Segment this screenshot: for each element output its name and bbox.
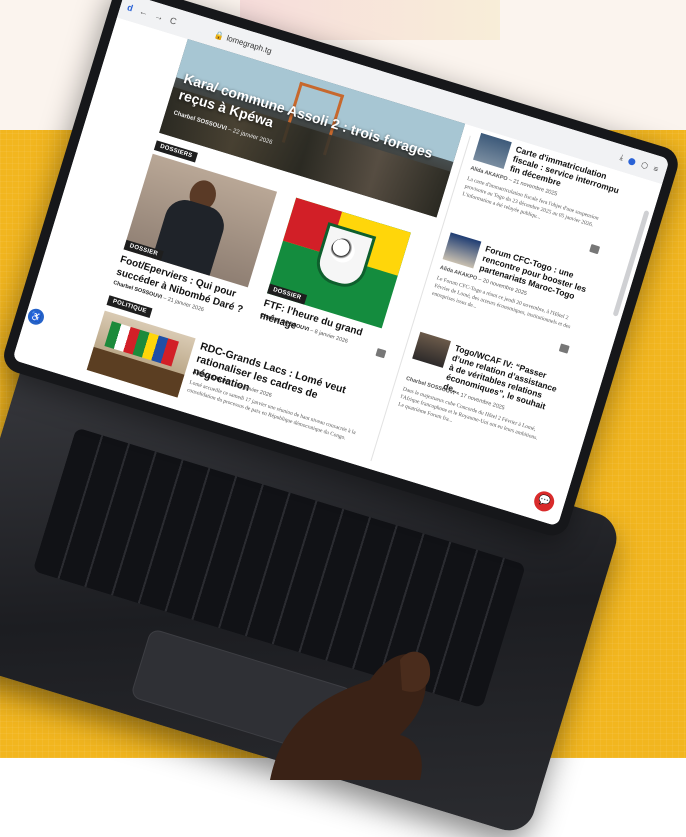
lock-icon: 🔒: [213, 29, 226, 41]
back-icon[interactable]: ←: [138, 6, 150, 18]
profile-icon[interactable]: [627, 156, 637, 166]
hand-image: [270, 651, 431, 780]
sidebar-comment-icon[interactable]: [589, 243, 601, 255]
reload-icon[interactable]: C: [169, 15, 178, 26]
sidebar-thumb-tax[interactable]: [472, 132, 512, 169]
menu-icon[interactable]: ≡: [652, 164, 659, 174]
sidebar-comment-icon[interactable]: [558, 343, 570, 354]
browser-logo-icon[interactable]: d: [126, 2, 134, 13]
download-icon[interactable]: ⤓: [618, 153, 625, 164]
chat-button[interactable]: 💬: [531, 488, 557, 514]
extensions-icon[interactable]: ⬡: [640, 160, 649, 171]
browser-actions: ⤓ ⬡ ≡: [618, 153, 660, 174]
rdc-image[interactable]: [86, 310, 196, 398]
forward-icon[interactable]: →: [153, 11, 165, 23]
sidebar-thumb-forum[interactable]: [442, 232, 482, 269]
accessibility-icon[interactable]: ♿: [25, 306, 46, 327]
sidebar-thumb-wcaf[interactable]: [412, 331, 451, 368]
